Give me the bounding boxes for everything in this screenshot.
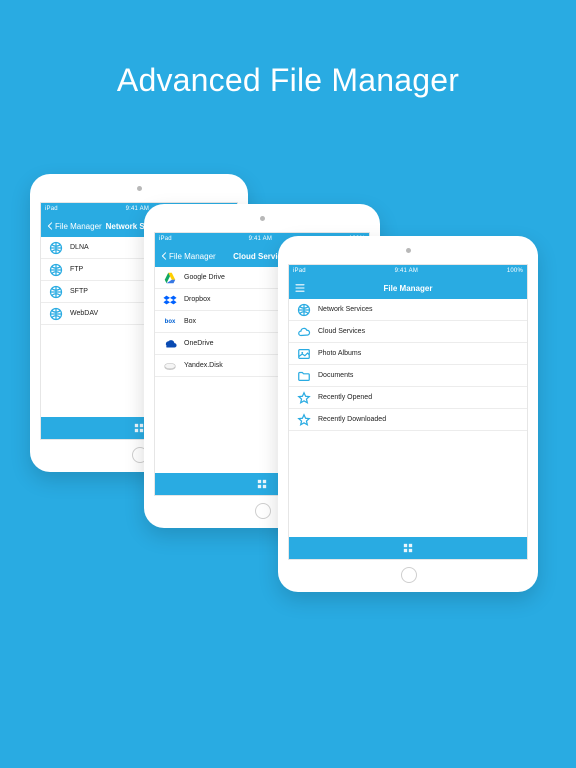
hero-title: Advanced File Manager	[0, 62, 576, 99]
list-item-label: Box	[184, 318, 196, 325]
list-item-label: Dropbox	[184, 296, 210, 303]
status-carrier: iPad	[45, 206, 58, 212]
status-carrier: iPad	[159, 236, 172, 242]
globe-icon	[49, 307, 63, 321]
list-item[interactable]: Photo Albums	[289, 343, 527, 365]
list-item-label: DLNA	[70, 244, 89, 251]
globe-icon	[49, 263, 63, 277]
google-drive-icon	[163, 271, 177, 285]
globe-icon	[49, 241, 63, 255]
status-bar: iPad 9:41 AM 100%	[289, 265, 527, 277]
photo-icon	[297, 347, 311, 361]
back-button[interactable]: File Manager	[47, 222, 102, 231]
list-item-label: Google Drive	[184, 274, 225, 281]
globe-icon	[297, 303, 311, 317]
screen-root: iPad 9:41 AM 100% File Manager Network S…	[288, 264, 528, 560]
yandex-disk-icon	[163, 359, 177, 373]
list-item-label: FTP	[70, 266, 83, 273]
list-item-label: Yandex.Disk	[184, 362, 223, 369]
list-item-label: OneDrive	[184, 340, 214, 347]
list-item-label: Documents	[318, 372, 353, 379]
list-item-label: Cloud Services	[318, 328, 365, 335]
back-label: File Manager	[169, 252, 216, 261]
nav-bar: File Manager	[289, 277, 527, 299]
menu-icon	[295, 284, 305, 292]
list-item[interactable]: Cloud Services	[289, 321, 527, 343]
star-icon	[297, 413, 311, 427]
dropbox-icon	[163, 293, 177, 307]
list-root: Network Services Cloud Services Photo Al…	[289, 299, 527, 537]
grid-icon[interactable]	[403, 543, 413, 553]
globe-icon	[49, 285, 63, 299]
box-icon: box	[163, 315, 177, 329]
back-button[interactable]: File Manager	[161, 252, 216, 261]
grid-icon[interactable]	[257, 479, 267, 489]
list-item[interactable]: Recently Downloaded	[289, 409, 527, 431]
grid-icon[interactable]	[134, 423, 144, 433]
onedrive-icon	[163, 337, 177, 351]
status-time: 9:41 AM	[306, 268, 507, 274]
chevron-left-icon	[47, 222, 53, 230]
device-ipad-root: iPad 9:41 AM 100% File Manager Network S…	[278, 236, 538, 592]
list-item[interactable]: Network Services	[289, 299, 527, 321]
list-item-label: Photo Albums	[318, 350, 361, 357]
nav-title: File Manager	[289, 284, 527, 293]
list-item[interactable]: Recently Opened	[289, 387, 527, 409]
menu-button[interactable]	[295, 284, 305, 292]
toolbar	[289, 537, 527, 559]
status-carrier: iPad	[293, 268, 306, 274]
list-item-label: SFTP	[70, 288, 88, 295]
status-battery: 100%	[507, 268, 523, 274]
list-item-label: WebDAV	[70, 310, 98, 317]
back-label: File Manager	[55, 222, 102, 231]
chevron-left-icon	[161, 252, 167, 260]
folder-icon	[297, 369, 311, 383]
list-item-label: Recently Opened	[318, 394, 372, 401]
cloud-icon	[297, 325, 311, 339]
list-item-label: Recently Downloaded	[318, 416, 386, 423]
star-icon	[297, 391, 311, 405]
list-item[interactable]: Documents	[289, 365, 527, 387]
list-item-label: Network Services	[318, 306, 372, 313]
